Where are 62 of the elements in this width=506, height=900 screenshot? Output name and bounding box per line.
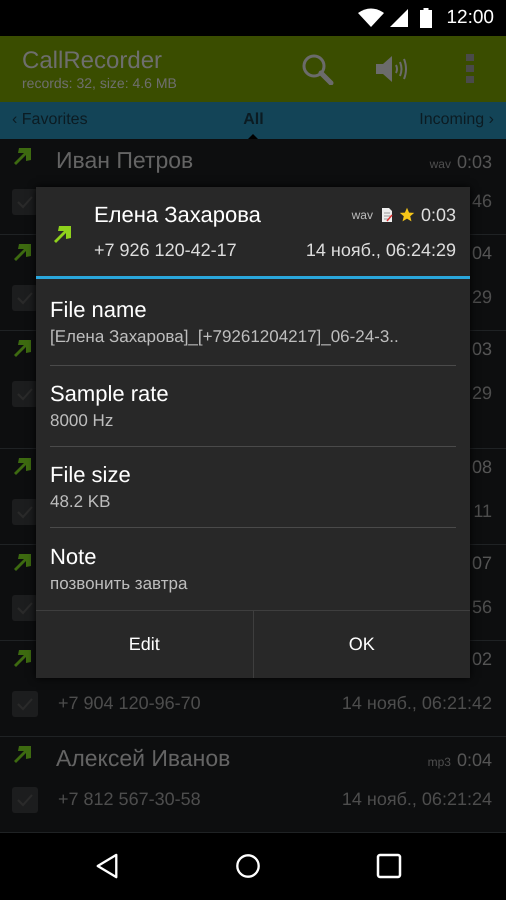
call-datetime: 29 xyxy=(472,287,492,308)
checkbox[interactable] xyxy=(12,284,38,311)
call-datetime: 29 xyxy=(472,383,492,404)
app-title: CallRecorder xyxy=(22,46,164,75)
arrow-icon xyxy=(12,552,32,573)
arrow-icon xyxy=(12,744,32,765)
wifi-icon xyxy=(358,8,384,28)
checkbox[interactable] xyxy=(12,188,38,215)
file-format: wav xyxy=(430,156,451,171)
file-format: wav xyxy=(352,208,373,222)
arrow-icon xyxy=(12,338,32,359)
checkbox[interactable] xyxy=(12,380,38,407)
file-format: mp3 xyxy=(428,754,451,769)
call-datetime: 14 нояб., 06:21:24 xyxy=(342,789,492,810)
call-duration: 08 xyxy=(472,456,492,478)
call-datetime: 11 xyxy=(473,501,492,522)
signal-icon xyxy=(390,8,408,27)
call-duration: 07 xyxy=(472,552,492,574)
field-value: 8000 Hz xyxy=(50,411,114,432)
field-label: File name xyxy=(50,297,148,324)
call-duration: 0:03 xyxy=(456,152,492,173)
call-duration: 0:04 xyxy=(456,750,492,771)
arrow-icon xyxy=(12,242,32,263)
home-icon[interactable] xyxy=(235,853,261,880)
dialog-button[interactable]: OK xyxy=(252,611,470,678)
arrow-icon xyxy=(12,146,32,167)
battery-icon xyxy=(420,8,432,28)
note-icon xyxy=(380,208,393,222)
checkbox[interactable] xyxy=(12,690,38,717)
call-duration: 02 xyxy=(472,648,492,670)
contact-name: Алексей Иванов xyxy=(56,744,230,772)
field-value: позвонить завтра xyxy=(50,574,188,594)
phone-number: +7 812 567-30-58 xyxy=(58,789,201,810)
recents-icon[interactable] xyxy=(376,853,402,880)
phone-number: +7 904 120-96-70 xyxy=(58,693,201,714)
call-duration: 0:03 xyxy=(420,204,456,226)
arrow-icon xyxy=(52,224,72,245)
dialog-button[interactable]: Edit xyxy=(36,611,252,678)
call-datetime: 46 xyxy=(472,191,492,212)
field-label: File size xyxy=(50,462,132,488)
arrow-icon xyxy=(12,456,32,477)
call-duration: 04 xyxy=(472,242,492,264)
phone-number: +7 926 120-42-17 xyxy=(94,240,237,262)
arrow-icon xyxy=(12,648,32,669)
call-datetime: 14 нояб., 06:24:29 xyxy=(306,240,456,262)
field-value: [Елена Захарова]_[+79261204217]_06-24-3.. xyxy=(50,327,400,348)
contact-name: Иван Петров xyxy=(56,146,194,174)
call-datetime: 14 нояб., 06:21:42 xyxy=(342,693,492,714)
checkbox[interactable] xyxy=(12,786,38,813)
status-time: 12:00 xyxy=(446,6,494,29)
contact-name: Елена Захарова xyxy=(94,202,261,228)
back-icon[interactable] xyxy=(94,853,120,880)
search-icon[interactable] xyxy=(300,52,334,85)
call-duration: 03 xyxy=(472,338,492,360)
field-value: 48.2 KB xyxy=(50,492,112,512)
app-subtitle: records: 32, size: 4.6 MB xyxy=(22,74,178,91)
overflow-menu-icon[interactable] xyxy=(466,54,474,84)
field-label: Sample rate xyxy=(50,381,170,408)
checkbox[interactable] xyxy=(12,594,38,621)
call-datetime: 56 xyxy=(472,597,492,618)
checkbox[interactable] xyxy=(12,498,38,525)
field-label: Note xyxy=(50,544,98,570)
